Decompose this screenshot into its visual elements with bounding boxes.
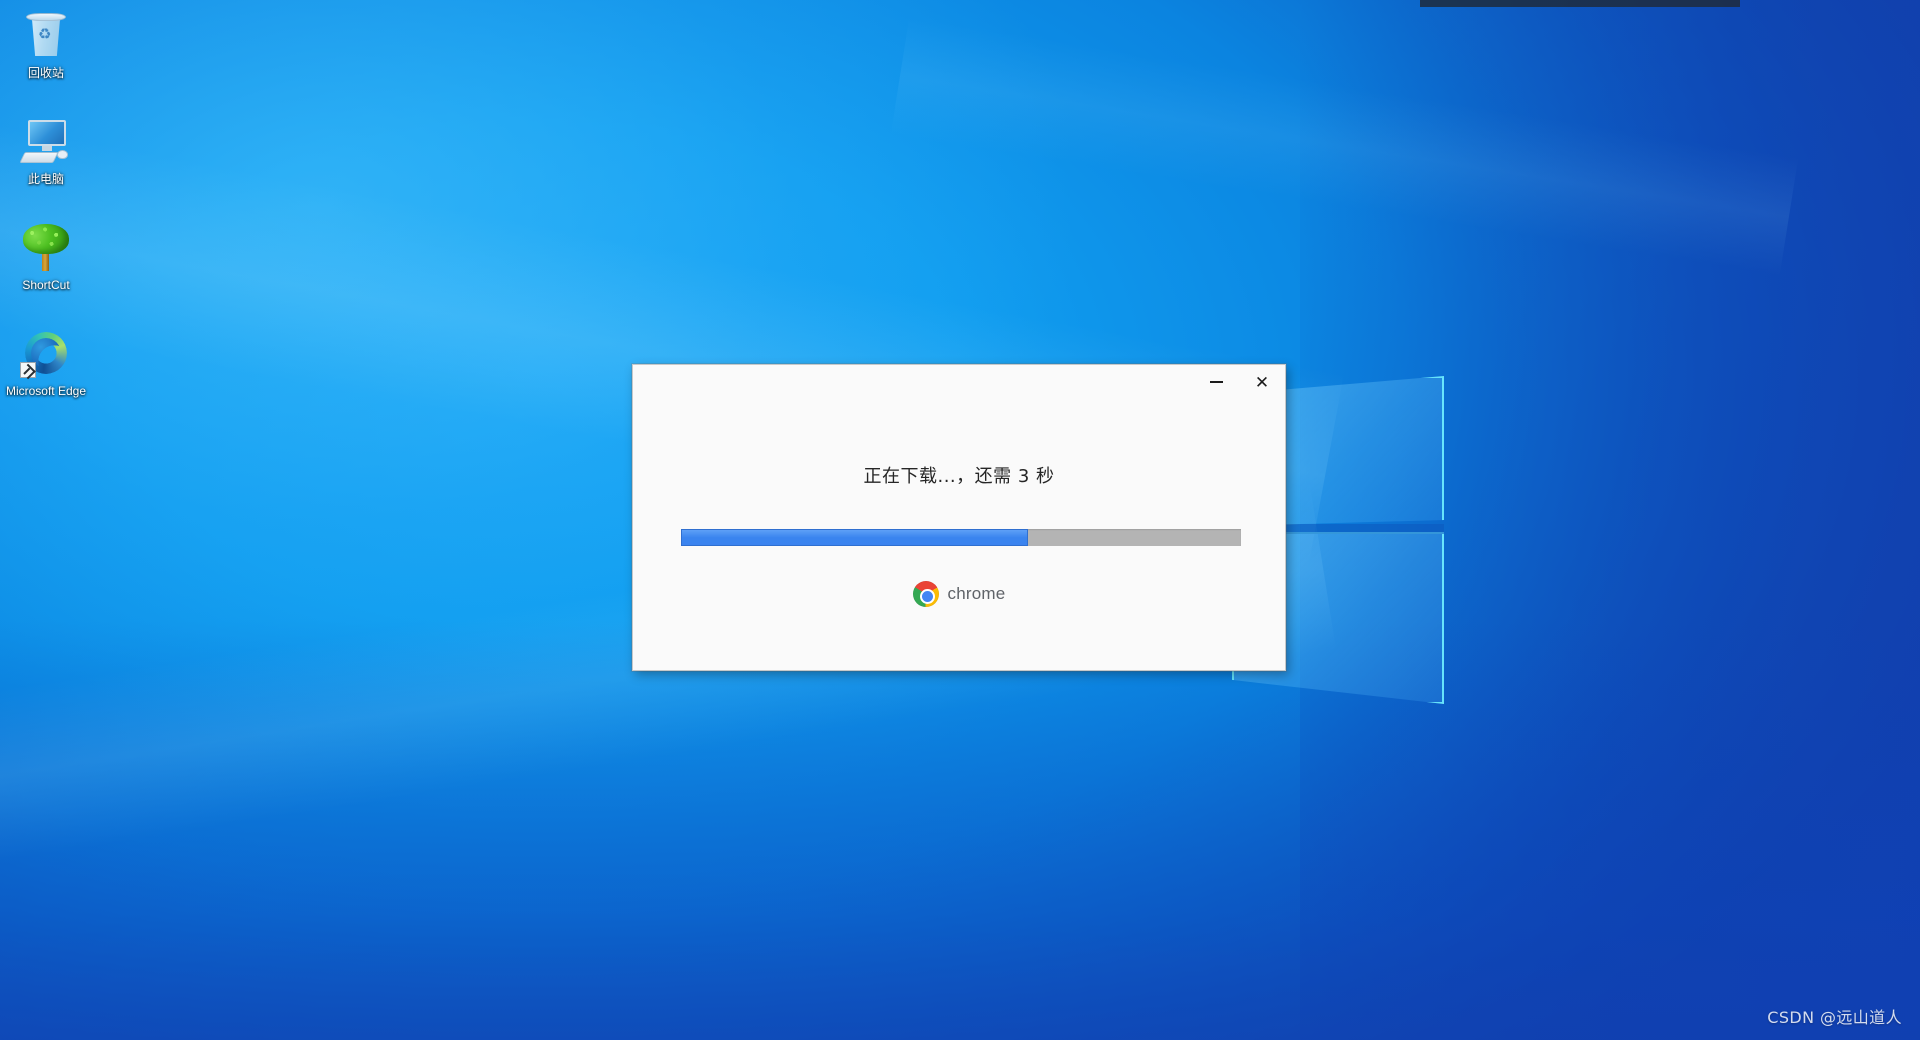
recycle-bin-icon: ♻ — [20, 10, 72, 62]
shortcut-arrow-icon — [20, 362, 36, 378]
desktop-icon-label: 此电脑 — [27, 172, 64, 186]
desktop-icon-microsoft-edge[interactable]: Microsoft Edge — [0, 318, 92, 398]
download-progress-fill — [681, 529, 1029, 546]
chrome-installer-dialog[interactable]: ✕ 正在下载...，还需 3 秒 chrome — [632, 364, 1286, 671]
desktop-icon-label: Microsoft Edge — [5, 384, 87, 398]
chrome-logo-icon — [912, 581, 939, 607]
desktop-icon-label: ShortCut — [22, 278, 70, 292]
this-pc-icon — [19, 116, 72, 168]
microsoft-edge-icon — [20, 328, 72, 380]
desktop[interactable]: ♻ 回收站 此电脑 ShortCut Microsoft Edge ✕ 正在下载… — [0, 0, 1920, 1040]
dialog-titlebar[interactable]: ✕ — [633, 365, 1285, 409]
screen-capture-artifact — [1420, 0, 1740, 7]
minimize-icon — [1209, 381, 1223, 383]
desktop-icon-recycle-bin[interactable]: ♻ 回收站 — [0, 0, 92, 80]
desktop-icon-shortcut[interactable]: ShortCut — [0, 212, 92, 292]
desktop-icon-column: ♻ 回收站 此电脑 ShortCut Microsoft Edge — [0, 0, 100, 424]
close-button[interactable]: ✕ — [1239, 365, 1285, 399]
chrome-brand-row: chrome — [633, 581, 1285, 607]
csdn-watermark: CSDN @远山道人 — [1767, 1008, 1902, 1027]
tree-icon — [20, 222, 72, 274]
minimize-button[interactable] — [1193, 365, 1239, 399]
close-icon: ✕ — [1254, 372, 1270, 392]
download-status-text: 正在下载...，还需 3 秒 — [863, 466, 1055, 487]
desktop-icon-label: 回收站 — [27, 66, 64, 80]
desktop-icon-this-pc[interactable]: 此电脑 — [0, 106, 92, 186]
download-progress-bar — [681, 529, 1241, 546]
chrome-wordmark: chrome — [947, 584, 1006, 603]
